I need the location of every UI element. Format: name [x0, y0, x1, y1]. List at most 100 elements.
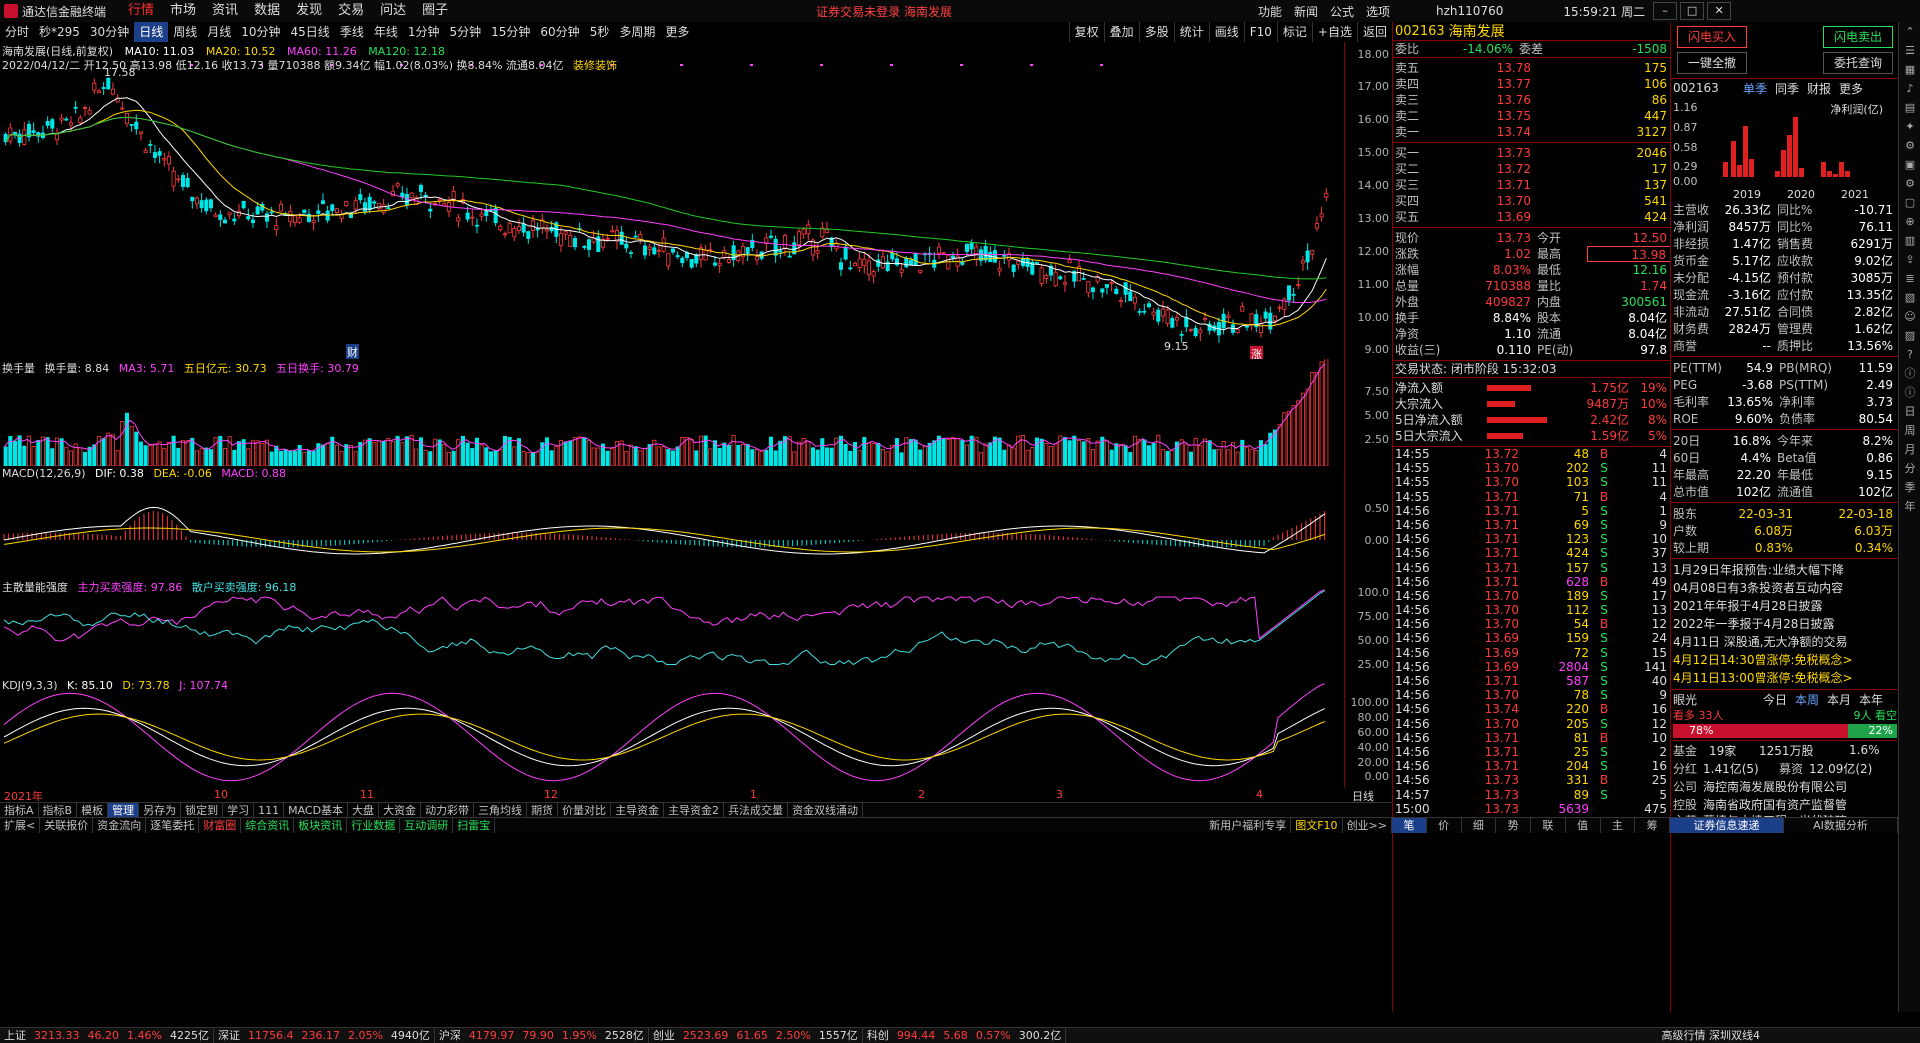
close-icon[interactable]: ✕ — [1707, 2, 1731, 20]
cancel-all-button[interactable]: 一键全撤 — [1677, 52, 1747, 74]
info-tab[interactable]: 证券信息速递 — [1670, 818, 1784, 833]
user-name[interactable]: hzh110760 — [1436, 4, 1503, 18]
magnet-icon[interactable]: ⊕ — [1899, 212, 1920, 231]
index-name[interactable]: 上证 — [0, 1028, 30, 1043]
list-icon[interactable]: ☰ — [1899, 41, 1920, 60]
promo-tab[interactable]: 图文F10 — [1291, 818, 1342, 833]
tool-tongji[interactable]: 统计 — [1174, 22, 1209, 42]
sidebar-period-5[interactable]: 年 — [1899, 497, 1920, 516]
period-tab-week[interactable]: 周线 — [168, 22, 202, 42]
indicator-tab[interactable]: MACD基本 — [284, 803, 348, 818]
indicator-tab[interactable]: 大盘 — [348, 803, 379, 818]
gear-icon[interactable]: ⚙ — [1899, 174, 1920, 193]
login-notice[interactable]: 证券交易未登录 海南发展 — [816, 3, 952, 20]
stack-icon[interactable]: ≣ — [1899, 269, 1920, 288]
period-tab-30min[interactable]: 30分钟 — [85, 22, 134, 42]
sidebar-period-3[interactable]: 分 — [1899, 459, 1920, 478]
indicator-tab[interactable]: 锁定到 — [181, 803, 223, 818]
extend-tab[interactable]: 综合资讯 — [241, 818, 294, 833]
maximize-icon[interactable]: □ — [1680, 2, 1704, 20]
period-tab-45day[interactable]: 45日线 — [286, 22, 335, 42]
indicator-tab[interactable]: 指标A — [0, 803, 39, 818]
indicator-tab[interactable]: 主导资金2 — [664, 803, 724, 818]
indicator-tab[interactable]: 价量对比 — [558, 803, 611, 818]
menu-gongneng[interactable]: 功能 — [1252, 3, 1288, 20]
bid-row[interactable]: 买四13.70541 — [1393, 193, 1671, 209]
period-tab-10min[interactable]: 10分钟 — [236, 22, 285, 42]
flash-buy-button[interactable]: 闪电买入 — [1677, 26, 1747, 48]
order-query-button[interactable]: 委托查询 — [1823, 52, 1893, 74]
news-item[interactable]: 4月12日14:30曾涨停:免税概念> — [1671, 651, 1899, 669]
extend-tab[interactable]: 逐笔委托 — [146, 818, 199, 833]
menu-faxian[interactable]: 发现 — [288, 0, 330, 22]
tool-fuquan[interactable]: 复权 — [1069, 22, 1104, 42]
book-icon[interactable]: ▧ — [1899, 288, 1920, 307]
news-item[interactable]: 2022年一季报于4月28日披露 — [1671, 615, 1899, 633]
index-name[interactable]: 创业 — [649, 1028, 679, 1043]
news-item[interactable]: 04月08日有3条投资者互动内容 — [1671, 579, 1899, 597]
indicator-tab[interactable]: 大资金 — [379, 803, 421, 818]
bid-row[interactable]: 买五13.69424 — [1393, 209, 1671, 225]
person-icon[interactable]: ☺ — [1899, 307, 1920, 326]
index-name[interactable]: 沪深 — [435, 1028, 465, 1043]
period-tab-day[interactable]: 日线 — [134, 22, 168, 42]
eye-tab-month[interactable]: 本月 — [1827, 691, 1851, 708]
tool-biaoji[interactable]: 标记 — [1277, 22, 1312, 42]
chart-icon[interactable]: ▤ — [1899, 98, 1920, 117]
sidebar-period-4[interactable]: 季 — [1899, 478, 1920, 497]
status-right[interactable]: 高级行情 深圳双线4 — [1658, 1028, 1920, 1043]
bid-row[interactable]: 买三13.71137 — [1393, 177, 1671, 193]
period-tab-5sec[interactable]: 5秒 — [585, 22, 615, 42]
period-tab-more[interactable]: 更多 — [660, 22, 694, 42]
eye-tab-week[interactable]: 本周 — [1795, 691, 1819, 708]
tick-list[interactable]: 14:5513.7248B414:5513.70202S1114:5513.70… — [1393, 447, 1671, 816]
promo-tab[interactable]: 创业>> — [1343, 818, 1392, 833]
kdj-chart[interactable] — [0, 678, 1344, 788]
menu-wenda[interactable]: 问达 — [372, 0, 414, 22]
bid-row[interactable]: 买二13.7217 — [1393, 161, 1671, 177]
kdj-panel[interactable]: KDJ(9,3,3) K: 85.10 D: 73.78 J: 107.74 — [0, 678, 1344, 789]
indicator-tab[interactable]: 三角均线 — [474, 803, 527, 818]
fin-mark[interactable]: 财 — [346, 344, 359, 360]
promo-tab[interactable]: 新用户福利专享 — [1205, 818, 1291, 833]
question-icon[interactable]: ? — [1899, 345, 1920, 364]
stock-name[interactable]: 海南发展 — [1449, 21, 1505, 41]
menu-xinwen[interactable]: 新闻 — [1288, 3, 1324, 20]
indicator-tab[interactable]: 期货 — [527, 803, 558, 818]
tool-fanhui[interactable]: 返回 — [1357, 22, 1392, 42]
indicator-tab[interactable]: 学习 — [223, 803, 254, 818]
menu-hangqing[interactable]: 行情 — [120, 0, 162, 22]
sentiment-bar[interactable]: 78% 22% — [1673, 722, 1897, 741]
indicator-tab[interactable]: 主导资金 — [611, 803, 664, 818]
quote-tab[interactable]: 主 — [1601, 818, 1636, 833]
quote-tab[interactable]: 筹 — [1635, 818, 1670, 833]
tab-caibao[interactable]: 财报 — [1807, 80, 1831, 97]
extend-tab[interactable]: 财富圈 — [199, 818, 241, 833]
strength-panel[interactable]: 主散量能强度 主力买卖强度: 97.86 散户买卖强度: 96.18 — [0, 578, 1344, 679]
quote-tab[interactable]: 联 — [1531, 818, 1566, 833]
folder-icon[interactable]: ▨ — [1899, 326, 1920, 345]
news-item[interactable]: 2021年年报于4月28日披露 — [1671, 597, 1899, 615]
extend-tab[interactable]: 行业数据 — [347, 818, 400, 833]
tool-zixuan[interactable]: +自选 — [1312, 22, 1357, 42]
extend-tab[interactable]: 板块资讯 — [294, 818, 347, 833]
period-tab-month[interactable]: 月线 — [202, 22, 236, 42]
volume-panel[interactable]: 换手量 换手量: 8.84 MA3: 5.71 五日亿元: 30.73 五日换手… — [0, 359, 1344, 467]
indicator-tab[interactable]: 管理 — [108, 803, 139, 818]
news-item[interactable]: 4月11日 深股通,无大净额的交易 — [1671, 633, 1899, 651]
controller-name[interactable]: 海南省政府国有资产监督管 — [1703, 796, 1847, 813]
tab-more[interactable]: 更多 — [1839, 80, 1863, 97]
indicator-tab[interactable]: 动力彩带 — [421, 803, 474, 818]
candlestick-chart[interactable] — [0, 42, 1344, 359]
sidebar-period-2[interactable]: 月 — [1899, 440, 1920, 459]
extend-tab[interactable]: 扫雷宝 — [453, 818, 495, 833]
quote-tab[interactable]: 价 — [1427, 818, 1462, 833]
index-name[interactable]: 科创 — [863, 1028, 893, 1043]
sector-name[interactable]: 装修装饰 — [573, 59, 617, 72]
index-name[interactable]: 深证 — [214, 1028, 244, 1043]
minimize-icon[interactable]: – — [1653, 2, 1677, 20]
eye-tab-today[interactable]: 今日 — [1763, 691, 1787, 708]
menu-shichang[interactable]: 市场 — [162, 0, 204, 22]
tools-icon[interactable]: ✦ — [1899, 117, 1920, 136]
company-name[interactable]: 海控南海发展股份有限公司 — [1703, 778, 1847, 795]
